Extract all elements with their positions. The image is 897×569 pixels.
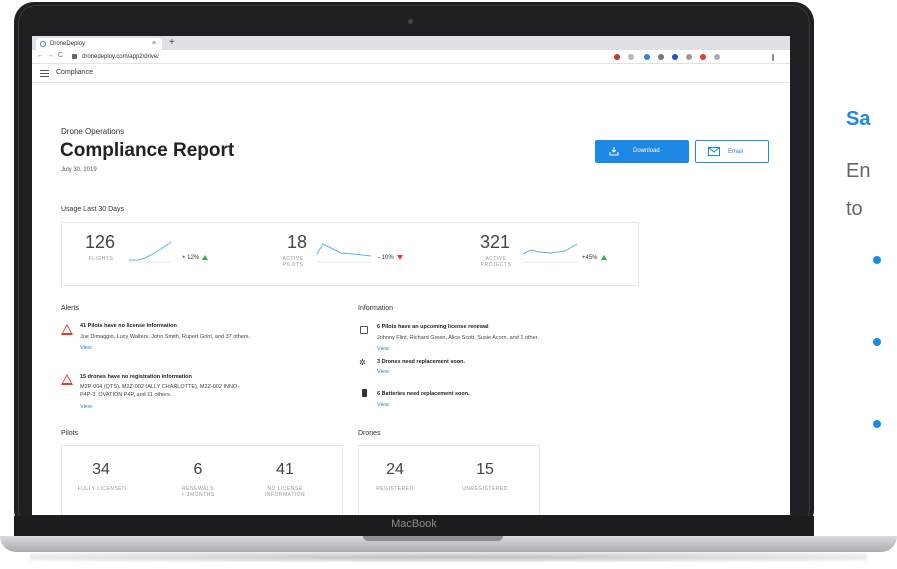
- flights-value: 126: [85, 232, 116, 252]
- active-projects-value: 321: [480, 232, 511, 252]
- dronedeploy-favicon-icon: [40, 41, 46, 47]
- fully-licensed-caption: FULLY LICENSED: [77, 486, 127, 492]
- laptop-screen: DroneDeploy × + ← → C dronedeploy.com/ap…: [32, 36, 790, 515]
- battery-icon: [362, 389, 367, 397]
- slide-title-fragment: Sa: [846, 108, 871, 130]
- drone-icon: ✲: [359, 358, 366, 367]
- extension-icon[interactable]: [644, 54, 650, 60]
- active-pilots-value: 18: [287, 232, 308, 252]
- camera-dot: [408, 19, 413, 24]
- active-projects-delta: +45%: [582, 255, 607, 261]
- drones-card: [358, 445, 540, 515]
- warning-icon: [61, 374, 73, 385]
- alert-title: 41 Pilots have no license information: [80, 323, 177, 329]
- usage-heading: Usage Last 30 Days: [61, 206, 125, 213]
- tab-title: DroneDeploy: [50, 41, 86, 47]
- registered-value: 24: [386, 461, 404, 478]
- star-icon[interactable]: [628, 54, 634, 60]
- info-text: Johnny Flint, Richard Green, Alice Scott…: [377, 335, 539, 341]
- info-title: 6 Pilots have an upcoming license renewa…: [377, 324, 489, 330]
- app-header: Compliance: [32, 64, 790, 83]
- url-field[interactable]: dronedeploy.com/app2/drive/: [72, 52, 592, 62]
- laptop-shadow: [30, 552, 867, 562]
- download-icon: [609, 147, 619, 156]
- unregistered-value: 15: [476, 461, 494, 478]
- alert-view-link[interactable]: View: [80, 345, 92, 351]
- page-title: Compliance Report: [60, 140, 235, 161]
- no-license-caption-continued: INFORMATION: [264, 492, 306, 498]
- flights-caption: FLIGHTS: [88, 256, 114, 262]
- alert-text: Joe Dimaggio, Lucy Walters, John Smith, …: [80, 334, 251, 340]
- trend-up-icon: [600, 255, 607, 260]
- info-title: 6 Batteries need replacement soon.: [377, 391, 470, 397]
- warning-icon: [61, 324, 73, 335]
- flights-delta: + 12%: [182, 255, 209, 261]
- renewals-value: 6: [193, 461, 203, 478]
- active-projects-sparkline: [522, 243, 578, 263]
- browser-tab-bar: DroneDeploy × +: [32, 36, 790, 50]
- url-text: dronedeploy.com/app2/drive/: [82, 54, 159, 60]
- active-projects-caption: ACTIVE PROJECTS: [480, 256, 512, 268]
- forward-arrow-icon[interactable]: →: [47, 52, 54, 59]
- laptop-base-notch: [363, 536, 503, 541]
- no-license-value: 41: [276, 461, 294, 478]
- reload-icon[interactable]: C: [58, 52, 63, 59]
- alerts-heading: Alerts: [61, 305, 79, 312]
- laptop-brand-label: MacBook: [391, 518, 437, 530]
- back-arrow-icon[interactable]: ←: [37, 52, 44, 59]
- new-tab-button[interactable]: +: [169, 37, 175, 48]
- stage: DroneDeploy × + ← → C dronedeploy.com/ap…: [0, 0, 897, 569]
- browser-address-bar: ← → C dronedeploy.com/app2/drive/: [32, 50, 790, 64]
- pilots-heading: Pilots: [61, 430, 79, 437]
- report-kicker: Drone Operations: [61, 127, 125, 136]
- alert-text-continued: P4P-3, OVATION P4P, and 11 others.: [80, 392, 172, 398]
- extension-icon[interactable]: [686, 54, 692, 60]
- trend-up-icon: [202, 255, 209, 260]
- extension-icon[interactable]: [700, 54, 706, 60]
- extension-icon[interactable]: [672, 54, 678, 60]
- mail-icon: [708, 147, 720, 156]
- kebab-menu-icon[interactable]: [772, 54, 774, 61]
- alert-view-link[interactable]: View: [80, 404, 92, 410]
- active-pilots-delta: - 10%: [378, 255, 403, 261]
- info-view-link[interactable]: View: [377, 402, 389, 408]
- info-view-link[interactable]: View: [377, 369, 389, 375]
- calendar-icon: [360, 326, 368, 334]
- info-view-link[interactable]: View: [377, 346, 389, 352]
- laptop-chin: MacBook: [14, 516, 814, 536]
- extension-icon[interactable]: [658, 54, 664, 60]
- active-pilots-sparkline: [316, 243, 372, 263]
- trend-down-icon: [396, 255, 403, 260]
- slide-bullet: [873, 338, 881, 346]
- registered-caption: REGISTERED: [376, 486, 414, 492]
- drones-heading: Drones: [358, 430, 381, 437]
- slide-bullet: [873, 256, 881, 264]
- extension-icon[interactable]: [614, 54, 620, 60]
- slide-text-line: to: [846, 198, 863, 220]
- renewals-caption-continued: < 3MONTHS: [181, 492, 215, 498]
- alert-title: 15 drones have no registration informati…: [80, 374, 192, 380]
- information-heading: Information: [358, 305, 394, 312]
- alert-text: M2P-004 (QTS), M2Z-002 (ALLY CHARLOTTE),…: [80, 384, 240, 390]
- flights-sparkline: [129, 241, 172, 263]
- pilots-card: [61, 445, 343, 515]
- tab-close-icon[interactable]: ×: [152, 40, 156, 47]
- lock-icon: [72, 54, 77, 59]
- unregistered-caption: UNREGISTERED: [462, 486, 508, 492]
- profile-avatar-icon[interactable]: [714, 54, 720, 60]
- info-title: 3 Drones need replacement soon.: [377, 359, 466, 365]
- slide-text-line: En: [846, 160, 871, 182]
- email-button[interactable]: Email: [695, 140, 769, 163]
- app-section-title: Compliance: [56, 69, 93, 76]
- fully-licensed-value: 34: [92, 461, 110, 478]
- browser-tab[interactable]: DroneDeploy ×: [36, 38, 162, 50]
- active-pilots-caption: ACTIVE PILOTS: [282, 256, 304, 268]
- slide-bullet: [873, 420, 881, 428]
- report-date: July 30, 2019: [61, 167, 97, 173]
- email-label: Email: [728, 149, 744, 155]
- hamburger-menu-icon[interactable]: [40, 70, 49, 77]
- download-label: Download: [633, 148, 660, 154]
- download-button[interactable]: Download: [595, 140, 689, 163]
